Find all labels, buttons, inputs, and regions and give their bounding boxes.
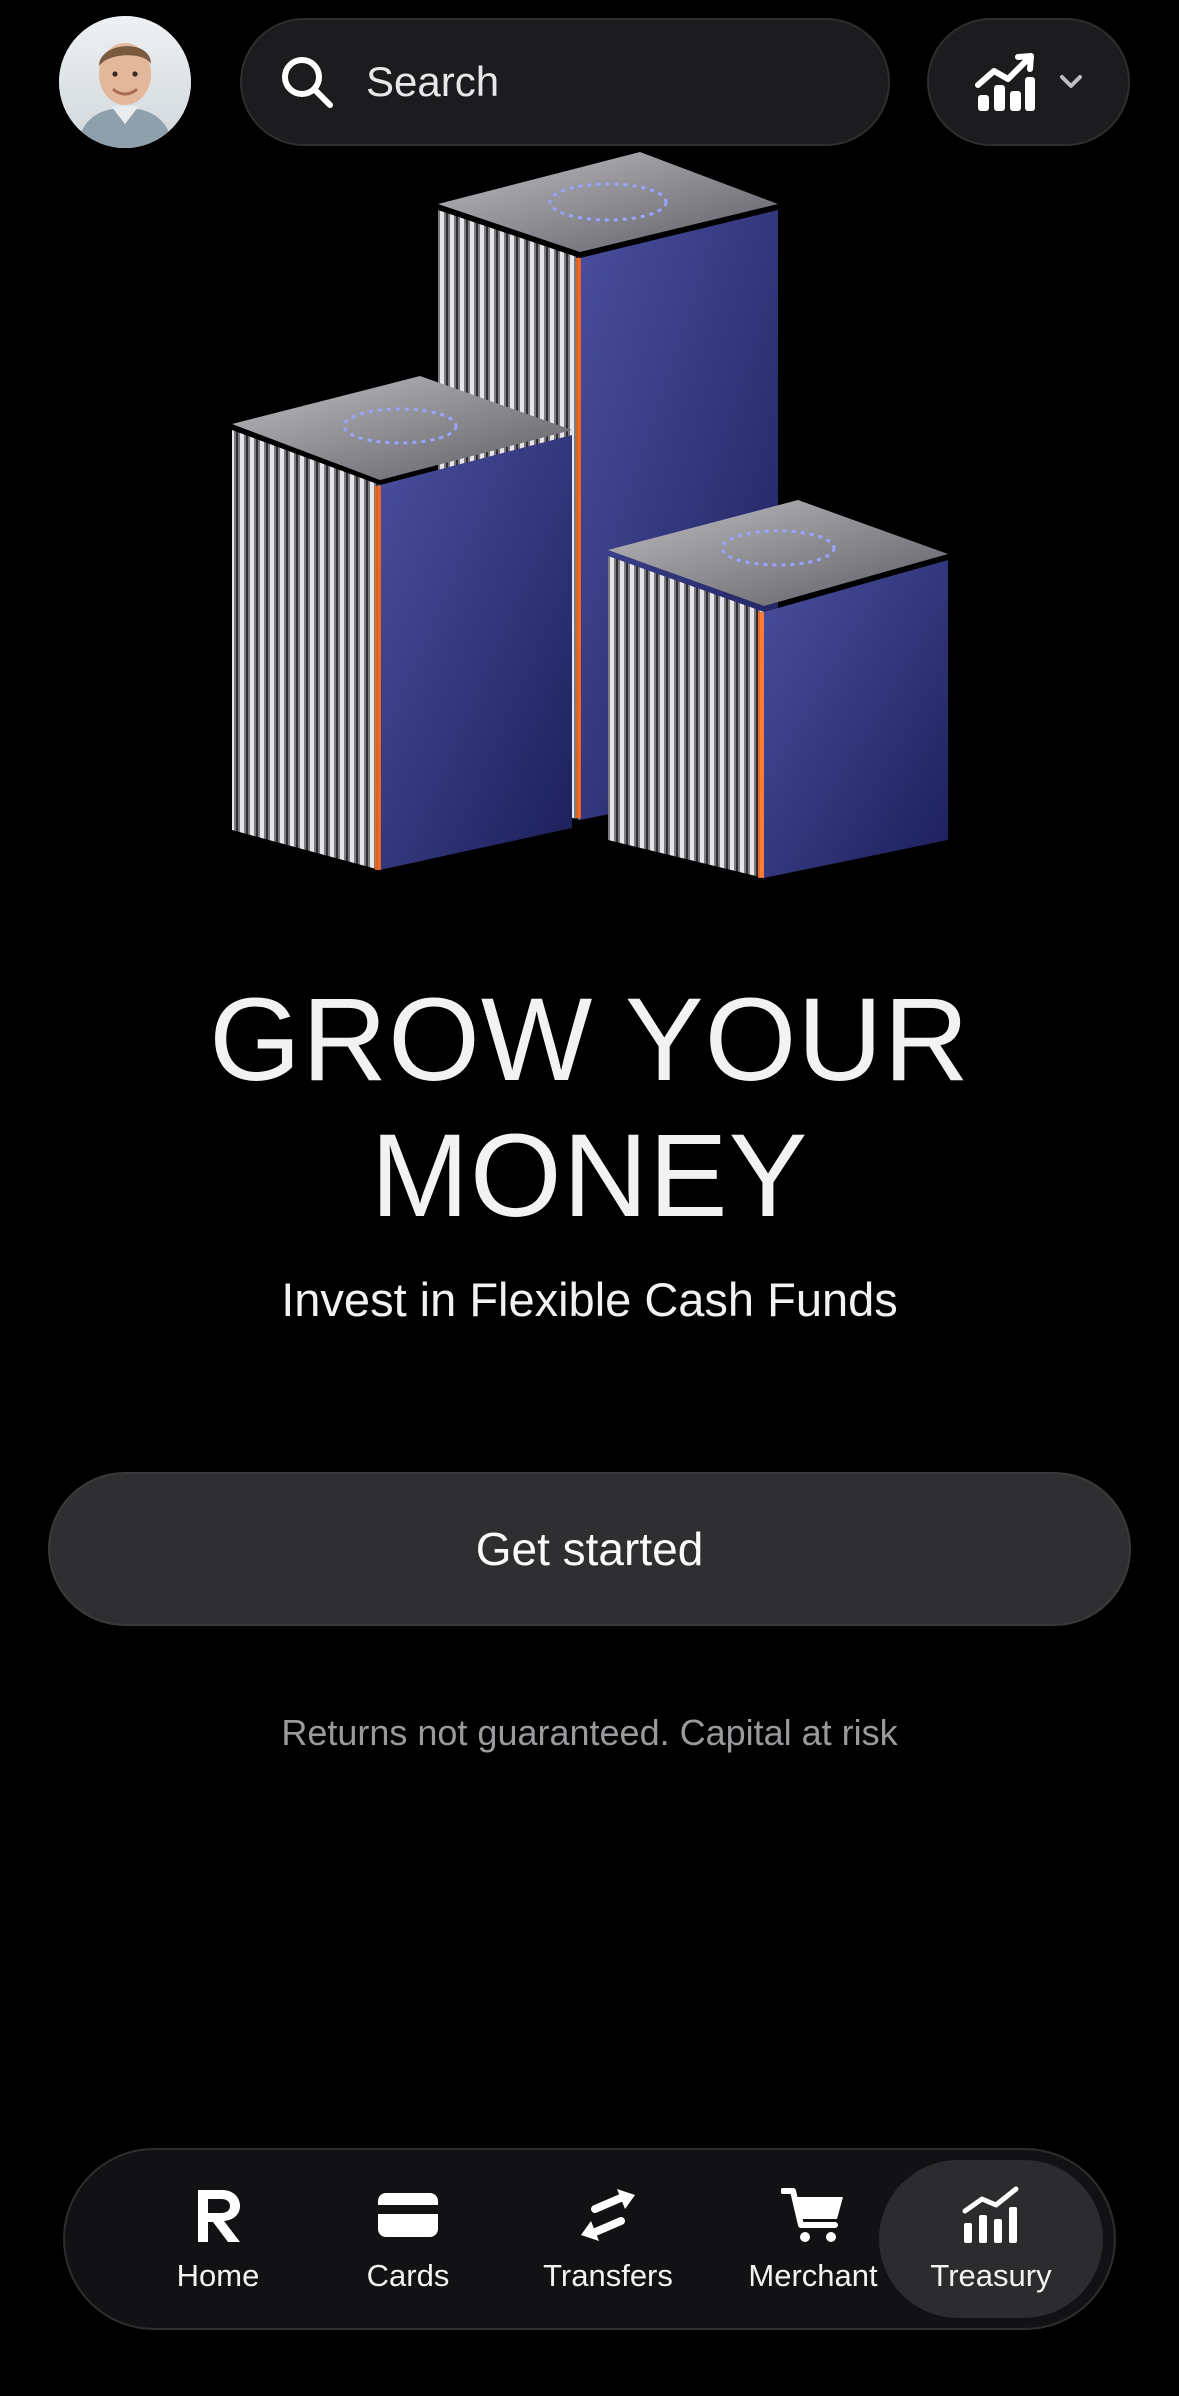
- nav-label-transfers: Transfers: [543, 2258, 673, 2293]
- card-icon: [378, 2193, 438, 2237]
- avatar-photo: [59, 16, 191, 148]
- chart-trend-icon: [974, 53, 1035, 111]
- revolut-r-icon: [198, 2190, 240, 2242]
- search-placeholder: Search: [366, 58, 500, 105]
- nav-label-treasury: Treasury: [930, 2258, 1052, 2293]
- nav-item-cards[interactable]: Cards: [313, 2150, 503, 2328]
- nav-item-transfers[interactable]: Transfers: [503, 2150, 713, 2328]
- bar-chart-trend-icon: [962, 2186, 1019, 2243]
- bottom-nav: Home Cards Transfers Merchant Treasury: [63, 2148, 1116, 2330]
- nav-item-home[interactable]: Home: [123, 2150, 313, 2328]
- cart-icon: [781, 2188, 843, 2242]
- search-bar[interactable]: Search: [240, 18, 890, 146]
- nav-label-merchant: Merchant: [748, 2258, 878, 2293]
- nav-item-treasury[interactable]: Treasury: [879, 2150, 1103, 2328]
- user-avatar[interactable]: [59, 16, 191, 148]
- search-icon: [282, 57, 333, 108]
- stats-dropdown-button[interactable]: [927, 18, 1130, 146]
- nav-label-cards: Cards: [366, 2258, 450, 2293]
- chevron-down-icon: [1059, 75, 1082, 88]
- risk-disclaimer: Returns not guaranteed. Capital at risk: [281, 1712, 898, 1753]
- subtitle: Invest in Flexible Cash Funds: [281, 1273, 898, 1326]
- get-started-button[interactable]: Get started: [48, 1472, 1131, 1626]
- nav-label-home: Home: [176, 2258, 260, 2293]
- headline: GROW YOUR MONEY: [209, 974, 970, 1242]
- arrows-swap-icon: [581, 2189, 635, 2241]
- stacked-cubes-illustration: [232, 152, 948, 878]
